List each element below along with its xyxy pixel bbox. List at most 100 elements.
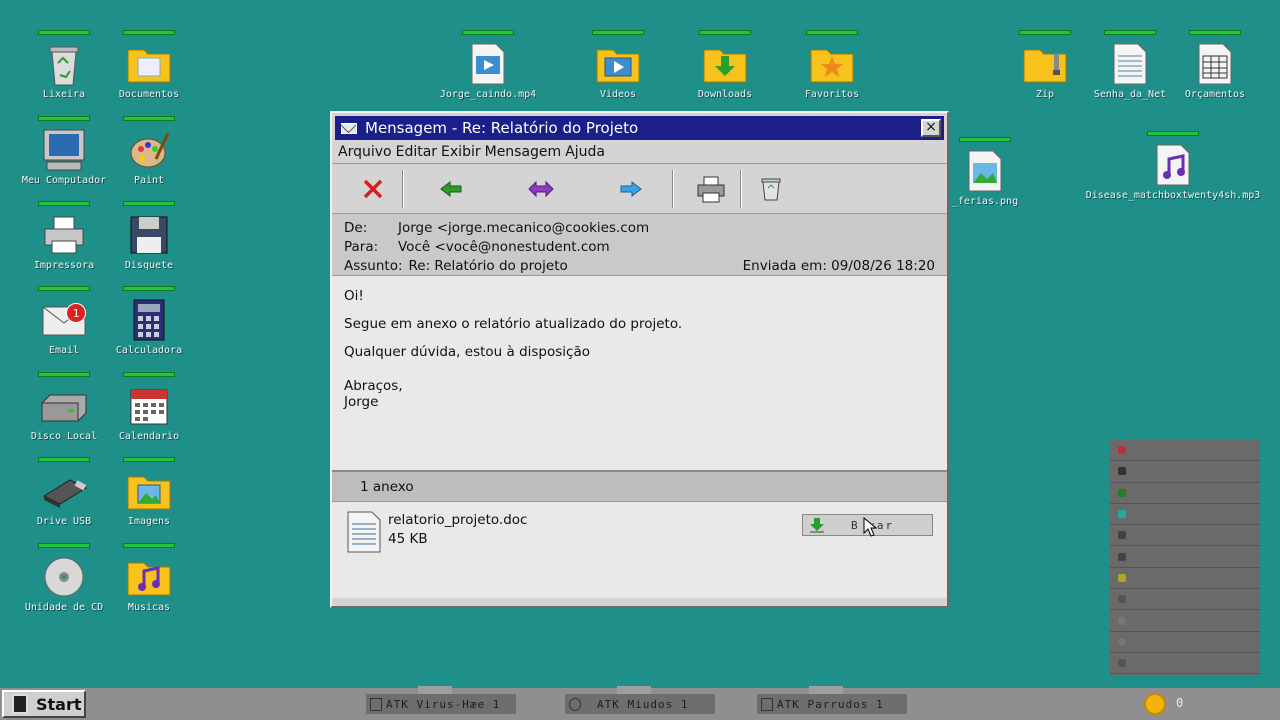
desktop-icon-downloads[interactable]: Downloads [670,30,780,100]
palette-slot[interactable] [1110,589,1260,611]
attachment-name[interactable]: relatorio_projeto.doc [388,512,527,528]
desktop-icon-calendario[interactable]: Calendario [94,372,204,442]
document-icon[interactable] [346,510,382,554]
palette-slot[interactable] [1110,653,1260,675]
desktop-icon-videos[interactable]: Videos [563,30,673,100]
mail-icon: 1 [40,297,88,343]
header-from: De: Jorge <jorge.mecanico@cookies.com [344,218,935,237]
folder-images-icon [125,468,173,514]
weapon-palette [1110,440,1260,675]
health-bar [38,372,90,377]
start-button[interactable]: Start [2,690,86,718]
health-bar [38,116,90,121]
palette-slot[interactable] [1110,483,1260,504]
taskbar: Start ATK Virus-Hæe 1 ATK Miudos 1 ATK P… [0,686,1280,720]
printer-icon [40,212,88,258]
palette-slot[interactable] [1110,568,1260,590]
palette-slot[interactable] [1110,632,1260,653]
desktop-icon-calculadora[interactable]: Calculadora [94,286,204,356]
task-icon [761,697,773,711]
health-bar [38,286,90,291]
icon-label: Drive USB [36,516,92,527]
menu-arquivo[interactable]: Arquivo [338,144,392,160]
toolbar-separator [672,169,674,208]
menu-editar[interactable]: Editar [396,144,437,160]
icon-label: Unidade de CD [24,602,104,613]
folder-zip-icon [1021,41,1069,87]
desktop-icon-favoritos[interactable]: Favoritos [777,30,887,100]
body-greeting: Oi! [344,288,364,304]
reply-button[interactable] [430,170,472,208]
mouse-cursor-icon [863,517,877,537]
envelope-icon [341,122,357,134]
health-bar [38,30,90,35]
subject-value: Re: Relatório do projeto [408,257,568,274]
palette-slot[interactable] [1110,525,1260,547]
task-label: ATK Parrudos 1 [777,697,884,711]
icon-label: Favoritos [804,89,860,100]
desktop-icon-disquete[interactable]: Disquete [94,201,204,271]
desktop-icon-jorge-caindo[interactable]: Jorge_caindo.mp4 [433,30,543,100]
message-body: Oi! Segue em anexo o relatório atualizad… [332,276,947,472]
health-bar [806,30,858,35]
icon-label: Lixeira [42,89,86,100]
task-icon [569,697,581,711]
window-titlebar[interactable]: Mensagem - Re: Relatório do Projeto × [335,116,944,140]
desktop-icon-paint[interactable]: Paint [94,116,204,186]
email-badge: 1 [66,303,86,323]
reply-all-button[interactable] [520,170,562,208]
icon-label: Disquete [124,260,174,271]
palette-slot[interactable] [1110,504,1260,526]
attachments-header: 1 anexo [332,472,947,502]
body-line2: Qualquer dúvida, estou à disposição [344,344,590,360]
task-atk-parrudos[interactable]: ATK Parrudos 1 [757,686,907,714]
icon-label: Downloads [697,89,753,100]
delete-button[interactable] [352,170,394,208]
download-button[interactable]: B xar [802,514,933,537]
folder-download-icon [701,41,749,87]
folder-video-icon [594,41,642,87]
message-headers: De: Jorge <jorge.mecanico@cookies.com Pa… [332,214,947,276]
menu-exibir[interactable]: Exibir [441,144,481,160]
arrow-right-icon [620,180,642,197]
task-icon [370,697,382,711]
task-atk-miudos[interactable]: ATK Miudos 1 [565,686,715,714]
desktop-icon-disease-mp3[interactable]: Disease_matchboxtwenty4sh.mp3 [1086,131,1260,201]
print-button[interactable] [690,170,732,208]
to-label: Para: [344,238,379,255]
health-bar [123,30,175,35]
icon-label: Impressora [33,260,95,271]
desktop-icon-musicas[interactable]: Musicas [94,543,204,613]
palette-slot[interactable] [1110,546,1260,568]
menu-mensagem[interactable]: Mensagem [485,144,562,160]
header-subject: Assunto: Re: Relatório do projeto Enviad… [344,256,935,275]
icon-label: _ferias.png [951,196,1019,207]
forward-button[interactable] [610,170,652,208]
hard-drive-icon [40,383,88,429]
health-bar [123,286,175,291]
desktop-icon-imagens[interactable]: Imagens [94,457,204,527]
attachment-size: 45 KB [388,531,428,547]
desktop-icon-orcamentos[interactable]: Orçamentos [1160,30,1270,100]
palette-slot[interactable] [1110,461,1260,483]
icon-label: Disease_matchboxtwenty4sh.mp3 [1085,190,1261,201]
task-atk-virus[interactable]: ATK Virus-Hæe 1 [366,686,516,714]
task-tab [418,686,452,694]
icon-label: Disco Local [30,431,98,442]
health-bar [38,201,90,206]
health-bar [1147,131,1199,136]
task-tab [809,686,843,694]
close-button[interactable]: × [921,119,941,137]
calculator-icon [125,297,173,343]
health-bar [123,543,175,548]
attachments-area: relatorio_projeto.doc 45 KB B xar [332,502,947,598]
palette-slot[interactable] [1110,610,1260,632]
toolbar-separator [740,169,742,208]
start-logo-icon [12,694,28,714]
menu-ajuda[interactable]: Ajuda [565,144,605,160]
toolbar-separator [402,169,404,208]
icon-label: Zip [1035,89,1055,100]
trash-button[interactable] [750,170,792,208]
desktop-icon-documentos[interactable]: Documentos [94,30,204,100]
palette-slot[interactable] [1110,440,1260,462]
